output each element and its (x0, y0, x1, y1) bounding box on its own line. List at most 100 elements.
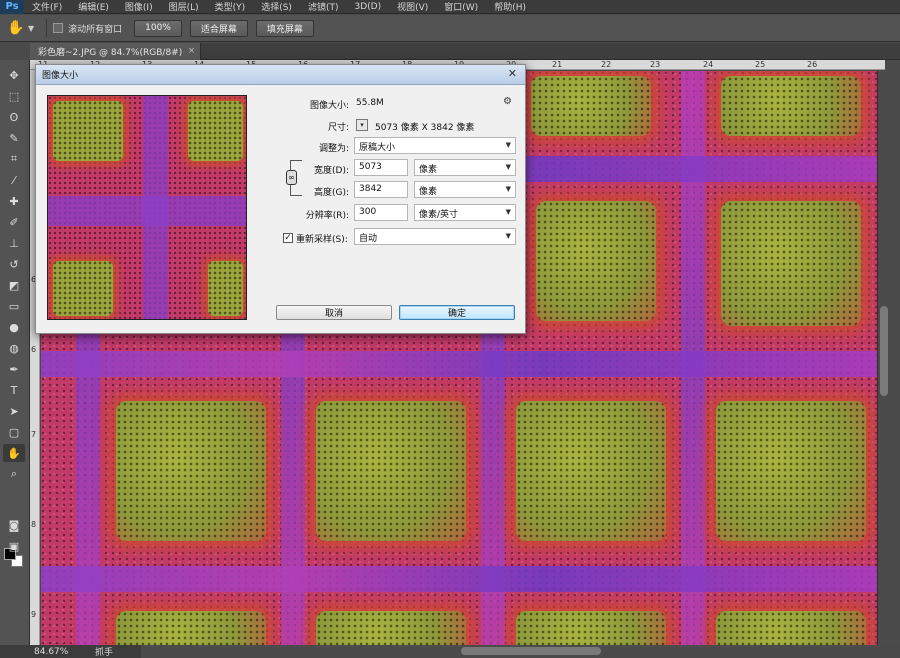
canvas-tile (116, 401, 266, 541)
gear-icon[interactable]: ⚙ (503, 96, 512, 107)
canvas-tile (516, 611, 666, 645)
crop-tool-icon[interactable]: ⌗ (3, 150, 25, 168)
canvas-band (41, 566, 877, 592)
history-brush-tool-icon[interactable]: ↺ (3, 255, 25, 273)
dimensions-label: 尺寸: (327, 123, 349, 133)
document-tab[interactable]: 彩色磨~2.JPG @ 84.7%(RGB/8#) × (30, 43, 202, 60)
width-label: 宽度(D): (314, 166, 349, 176)
menu-3d[interactable]: 3D(D) (346, 2, 389, 12)
hand-tool-icon[interactable]: ✋ (6, 18, 26, 38)
width-unit-select[interactable]: 像素 ▼ (414, 159, 516, 176)
ruler-label: 21 (552, 60, 563, 69)
eyedropper-tool-icon[interactable]: ⁄ (3, 171, 25, 189)
quick-mask-icon[interactable]: ◙ (3, 516, 25, 534)
quick-select-tool-icon[interactable]: ✎ (3, 129, 25, 147)
screen-mode-icon[interactable]: ▣ (3, 537, 25, 555)
preview-tile (53, 261, 113, 316)
gradient-tool-icon[interactable]: ▭ (3, 297, 25, 315)
dimensions-value: 5073 像素 X 3842 像素 (375, 123, 475, 133)
photoshop-logo: Ps (0, 0, 24, 14)
path-select-tool-icon[interactable]: ➤ (3, 402, 25, 420)
menu-select[interactable]: 选择(S) (253, 0, 300, 13)
fill-screen-button[interactable]: 填充屏幕 (255, 19, 314, 37)
chevron-down-icon: ▼ (505, 232, 511, 240)
cancel-button[interactable]: 取消 (276, 305, 392, 320)
canvas-tile (316, 401, 466, 541)
canvas-tile (116, 611, 266, 645)
type-tool-icon[interactable]: T (3, 381, 25, 399)
resample-select[interactable]: 自动 ▼ (354, 228, 516, 245)
chevron-down-icon: ▼ (505, 141, 511, 149)
clone-stamp-tool-icon[interactable]: ⊥ (3, 234, 25, 252)
scroll-all-windows-checkbox[interactable] (53, 23, 64, 33)
height-unit-value: 像素 (419, 187, 438, 197)
height-unit-select[interactable]: 像素 ▼ (414, 181, 516, 198)
menu-bar: Ps 文件(F) 编辑(E) 图像(I) 图层(L) 类型(Y) 选择(S) 滤… (0, 0, 900, 14)
ruler-label: 9 (31, 610, 37, 619)
ruler-label: 6 (31, 345, 37, 354)
resample-checkbox[interactable]: ✓ (283, 233, 293, 243)
brush-tool-icon[interactable]: ✐ (3, 213, 25, 231)
fit-to-select[interactable]: 原稿大小 ▼ (354, 137, 516, 154)
eraser-tool-icon[interactable]: ◩ (3, 276, 25, 294)
fit-screen-button[interactable]: 适合屏幕 (189, 19, 248, 37)
canvas-tile (531, 76, 651, 136)
pen-tool-icon[interactable]: ✒ (3, 360, 25, 378)
image-size-label: 图像大小: (309, 101, 349, 111)
dimensions-unit-dropdown[interactable]: ▾ (356, 119, 368, 131)
move-tool-icon[interactable]: ✥ (3, 66, 25, 84)
chevron-down-icon: ▼ (505, 208, 511, 216)
resolution-input[interactable]: 300 (354, 204, 408, 221)
options-bar: ✋ ▼ 滚动所有窗口 100% 适合屏幕 填充屏幕 (0, 15, 900, 42)
status-bar: 84.67% 抓手 (0, 645, 141, 658)
canvas-tile (721, 201, 861, 326)
zoom-100-button[interactable]: 100% (134, 19, 182, 37)
menu-image[interactable]: 图像(I) (117, 0, 161, 13)
scrollbar-thumb[interactable] (880, 306, 888, 396)
preview-tile (208, 261, 243, 316)
scroll-all-windows-label: 滚动所有窗口 (68, 24, 123, 35)
close-icon[interactable]: ✕ (508, 67, 517, 80)
height-input[interactable]: 3842 (354, 181, 408, 198)
vertical-scrollbar[interactable] (877, 71, 900, 645)
ruler-label: 7 (31, 430, 37, 439)
fit-to-value: 原稿大小 (359, 143, 396, 153)
tools-panel: ✥ ⬚ ʘ ✎ ⌗ ⁄ ✚ ✐ ⊥ ↺ ◩ ▭ ● ◍ ✒ T ➤ ▢ ✋ ⌕ … (0, 60, 30, 645)
menu-filter[interactable]: 滤镜(T) (300, 0, 347, 13)
menu-help[interactable]: 帮助(H) (486, 0, 534, 13)
zoom-tool-icon[interactable]: ⌕ (3, 465, 25, 483)
menu-view[interactable]: 视图(V) (389, 0, 436, 13)
zoom-level[interactable]: 84.67% (0, 647, 95, 657)
width-input[interactable]: 5073 (354, 159, 408, 176)
scrollbar-thumb[interactable] (461, 647, 601, 655)
hand-tool-icon[interactable]: ✋ (3, 444, 25, 462)
ruler-label: 22 (601, 60, 612, 69)
divider (46, 19, 48, 37)
marquee-tool-icon[interactable]: ⬚ (3, 87, 25, 105)
close-icon[interactable]: × (188, 46, 196, 56)
blur-tool-icon[interactable]: ● (3, 318, 25, 336)
horizontal-scrollbar[interactable] (141, 645, 877, 658)
menu-edit[interactable]: 编辑(E) (70, 0, 117, 13)
ruler-label: 24 (703, 60, 714, 69)
menu-layer[interactable]: 图层(L) (161, 0, 207, 13)
preview-tile (53, 101, 123, 161)
menu-window[interactable]: 窗口(W) (436, 0, 486, 13)
menu-type[interactable]: 类型(Y) (207, 0, 254, 13)
resolution-unit-select[interactable]: 像素/英寸 ▼ (414, 204, 516, 221)
chevron-down-icon[interactable]: ▼ (28, 24, 34, 33)
dodge-tool-icon[interactable]: ◍ (3, 339, 25, 357)
rectangle-tool-icon[interactable]: ▢ (3, 423, 25, 441)
image-size-dialog: 图像大小 ✕ 图像大小: 55.8M ⚙ 尺寸: ▾ 5073 像素 X 384… (35, 64, 526, 334)
resolution-unit-value: 像素/英寸 (419, 210, 459, 220)
lasso-tool-icon[interactable]: ʘ (3, 108, 25, 126)
dialog-title-bar[interactable]: 图像大小 ✕ (36, 65, 525, 85)
canvas-tile (721, 76, 861, 136)
menu-file[interactable]: 文件(F) (24, 0, 70, 13)
healing-brush-tool-icon[interactable]: ✚ (3, 192, 25, 210)
image-preview[interactable] (47, 95, 247, 320)
resolution-label: 分辨率(R): (305, 211, 349, 221)
document-tab-bar: 彩色磨~2.JPG @ 84.7%(RGB/8#) × (30, 43, 900, 60)
ok-button[interactable]: 确定 (399, 305, 515, 320)
dialog-title: 图像大小 (42, 71, 79, 81)
